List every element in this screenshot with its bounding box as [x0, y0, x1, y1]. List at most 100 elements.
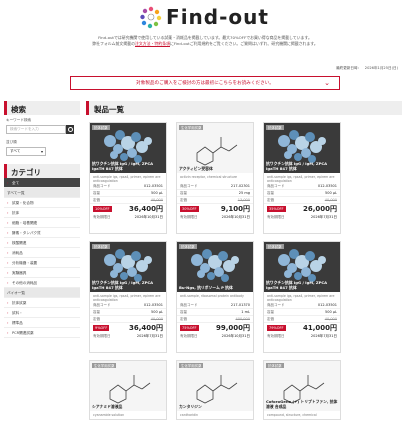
product-image[interactable]: 抗体試薬 Bu-Ngs, 抗リボソーム P 抗体 — [177, 242, 253, 292]
discount-badge: 35%OFF — [267, 206, 286, 212]
product-unit-row: 容量 1 mL — [177, 309, 253, 316]
intro-text: Find-outでは研究機関で使用している試薬・消耗品を掲載しています。最大70… — [16, 35, 394, 47]
product-name[interactable]: 抗ワクチン抗体 IgG / IgM, ZPCA IgaTH 847 抗体 — [92, 161, 166, 171]
product-name[interactable]: カンタリジン — [179, 404, 253, 410]
product-image[interactable]: 抗体試薬 抗ワクチン抗体 IgG / IgM, ZPCA IgaTH 847 抗体 — [90, 123, 166, 173]
price-row: 30%OFF 9,100円 — [177, 204, 253, 214]
list-price-row: 定価 40,000 — [90, 316, 166, 323]
product-card[interactable]: 抗体試薬抗ワクチン抗体 IgG / IgM, ZPCA IgaTH 847 抗体… — [263, 241, 341, 353]
bullet-icon: › — [7, 281, 9, 285]
category-item[interactable]: すべて一覧 — [4, 188, 80, 198]
category-item[interactable]: › 酵素・タンパク質 — [4, 228, 80, 238]
category-item[interactable]: › PCR関連試薬 — [4, 328, 80, 338]
product-subtitle: anti-sample, ribosomal protein antibody — [180, 294, 244, 298]
sort-label: 並び順 — [6, 140, 17, 144]
product-subtitle: cantharidin — [180, 413, 199, 417]
category-item[interactable]: › 全て — [4, 178, 80, 188]
category-tag: 抗体試薬 — [179, 244, 197, 249]
product-image[interactable]: 生化学用試薬 カンタリジン — [177, 361, 253, 411]
product-unit-row: 容量 500 μL — [264, 309, 340, 316]
product-card[interactable]: 生化学用試薬 カンタリジン cantharidin — [176, 360, 254, 420]
category-item[interactable]: › 消耗品 — [4, 248, 80, 258]
sale-price: 26,000円 — [302, 205, 337, 213]
bullet-icon: › — [7, 311, 9, 315]
discount-badge: 75%OFF — [180, 325, 199, 331]
product-name[interactable]: 抗ワクチン抗体 IgG / IgM, ZPCA IgaTH 847 抗体 — [266, 280, 340, 290]
keyword-input[interactable]: 検索ワードを入力 — [6, 125, 66, 134]
bullet-icon: › — [7, 201, 9, 205]
expiry-row: 有効期限日 2026年7月31日 — [267, 215, 337, 219]
product-subtitle: compound, structure, chemical — [267, 413, 317, 417]
product-image[interactable]: 抗体試薬 抗ワクチン抗体 IgG / IgM, ZPCA IgaTH 847 抗体 — [264, 123, 340, 173]
expiry-row: 有効期限日 2026年10月31日 — [180, 334, 250, 338]
product-grid: 抗体試薬 抗ワクチン抗体 IgG / IgM, ZPCA IgaTH 847 抗体… — [89, 122, 402, 420]
sale-price: 99,000円 — [215, 324, 250, 332]
bullet-icon: › — [7, 241, 9, 245]
category-item[interactable]: › 抗体試薬 — [4, 298, 80, 308]
list-price-row: 定価 40,000 — [264, 316, 340, 323]
sort-select[interactable]: すべて ▾ — [6, 147, 46, 156]
product-subtitle: anti-sample igs, rpsa4, primer, epirem a… — [93, 175, 161, 183]
category-item[interactable]: › 実験器具 — [4, 268, 80, 278]
notice-banner[interactable]: 対象製品のご購入をご検討の方は最初にこちらをお読みください。 ⌄ — [70, 76, 340, 90]
sale-price: 36,400円 — [128, 324, 163, 332]
site-header: Find-out — [0, 0, 408, 34]
product-name[interactable]: Bu-Ngs, 抗リボソーム P 抗体 — [179, 285, 253, 291]
product-card[interactable]: 抗体試薬 抗ワクチン抗体 IgG / IgM, ZPCA IgaTH 847 抗体… — [263, 122, 341, 234]
product-unit-row: 容量 500 μL — [90, 190, 166, 197]
product-card[interactable]: 生化学用試薬 アクティビン受容体 activin receptor, chemica… — [176, 122, 254, 234]
category-item[interactable]: › 核酸関連 — [4, 238, 80, 248]
product-list: 製品一覧 抗体試薬 抗ワクチン抗体 IgG / IgM, ZPCA IgaTH 8… — [86, 101, 402, 420]
category-item[interactable]: › 分析機器・装置 — [4, 258, 80, 268]
list-price-row: 定価 13,000 — [177, 197, 253, 204]
list-price-row: 定価 40,000 — [264, 197, 340, 204]
category-item[interactable]: › その他の消耗品 — [4, 278, 80, 288]
category-item[interactable]: › 細胞・培養関連 — [4, 218, 80, 228]
search-button[interactable] — [66, 125, 74, 134]
category-tag: 抗体試薬 — [266, 363, 284, 368]
bullet-icon: › — [7, 261, 9, 265]
product-image[interactable]: 生化学用試薬シアナミド溶液品 — [90, 361, 166, 411]
product-card[interactable]: 抗体試薬 CoforoGene (+) トリプトファン, 抗体 溶液 合成品 com… — [263, 360, 341, 420]
category-tag: 抗体試薬 — [92, 244, 110, 249]
expiry-row: 有効期限日 2026年7月31日 — [267, 334, 337, 338]
product-card[interactable]: 生化学用試薬 シアナミド溶液品 cyanamide solution — [89, 360, 167, 420]
product-name[interactable]: シアナミド溶液品 — [92, 404, 166, 410]
product-name[interactable]: 抗ワクチン抗体 IgG / IgM, ZPCA IgaTH 847 抗体 — [92, 280, 166, 290]
product-image[interactable]: 生化学用試薬 アクティビン受容体 — [177, 123, 253, 173]
bullet-icon: › — [7, 211, 9, 215]
category-item[interactable]: › 抗体 — [4, 208, 80, 218]
product-code-row: 商品コード 012-03501 — [264, 302, 340, 309]
bullet-icon: › — [7, 271, 9, 275]
product-image[interactable]: 抗体試薬 CoforoGene (+) トリプトファン, 抗体 溶液 合成品 — [264, 361, 340, 411]
sale-price: 9,100円 — [220, 205, 250, 213]
product-unit-row: 容量 25 mg — [177, 190, 253, 197]
product-subtitle: anti-sample igs, rpsa4, primer, epirem a… — [267, 175, 335, 183]
category-item[interactable]: › 試料・ — [4, 308, 80, 318]
product-name[interactable]: 抗ワクチン抗体 IgG / IgM, ZPCA IgaTH 847 抗体 — [266, 161, 340, 171]
logo[interactable]: Find-out — [139, 5, 269, 29]
product-card[interactable]: 抗体試薬 抗ワクチン抗体 IgG / IgM, ZPCA IgaTH 847 抗体… — [89, 122, 167, 234]
category-tag: 生化学用試薬 — [92, 363, 117, 368]
bullet-icon: › — [7, 321, 9, 325]
product-card[interactable]: 抗体試薬 Bu-Ngs, 抗リボソーム P 抗体 anti-sample, ribo… — [176, 241, 254, 353]
category-title: カテゴリ — [4, 164, 80, 178]
price-row: 35%OFF 26,000円 — [264, 204, 340, 214]
terms-link[interactable]: 注文方法・特約条項 — [135, 41, 170, 46]
category-item[interactable]: バイオ一覧 — [4, 288, 80, 298]
logo-text: Find-out — [166, 5, 269, 29]
category-item[interactable]: › 試薬・化合物 — [4, 198, 80, 208]
product-image[interactable]: 抗体試薬抗ワクチン抗体 IgG / IgM, ZPCA IgaTH 847 抗体 — [90, 242, 166, 292]
product-image[interactable]: 抗体試薬抗ワクチン抗体 IgG / IgM, ZPCA IgaTH 847 抗体 — [264, 242, 340, 292]
product-code-row: 商品コード 217-01370 — [177, 302, 253, 309]
product-name[interactable]: CoforoGene (+) トリプトファン, 抗体 溶液 合成品 — [266, 399, 340, 409]
category-tag: 抗体試薬 — [266, 244, 284, 249]
product-card[interactable]: 抗体試薬抗ワクチン抗体 IgG / IgM, ZPCA IgaTH 847 抗体… — [89, 241, 167, 353]
price-row: 10%OFF 36,400円 — [90, 204, 166, 214]
bullet-icon: › — [7, 251, 9, 255]
product-name[interactable]: アクティビン受容体 — [179, 166, 253, 172]
chemical-structure-image — [196, 375, 238, 404]
keyword-label: キーワード検索 — [6, 118, 32, 122]
category-item[interactable]: › 標準品 — [4, 318, 80, 328]
product-code-row: 商品コード 217-02301 — [177, 183, 253, 190]
